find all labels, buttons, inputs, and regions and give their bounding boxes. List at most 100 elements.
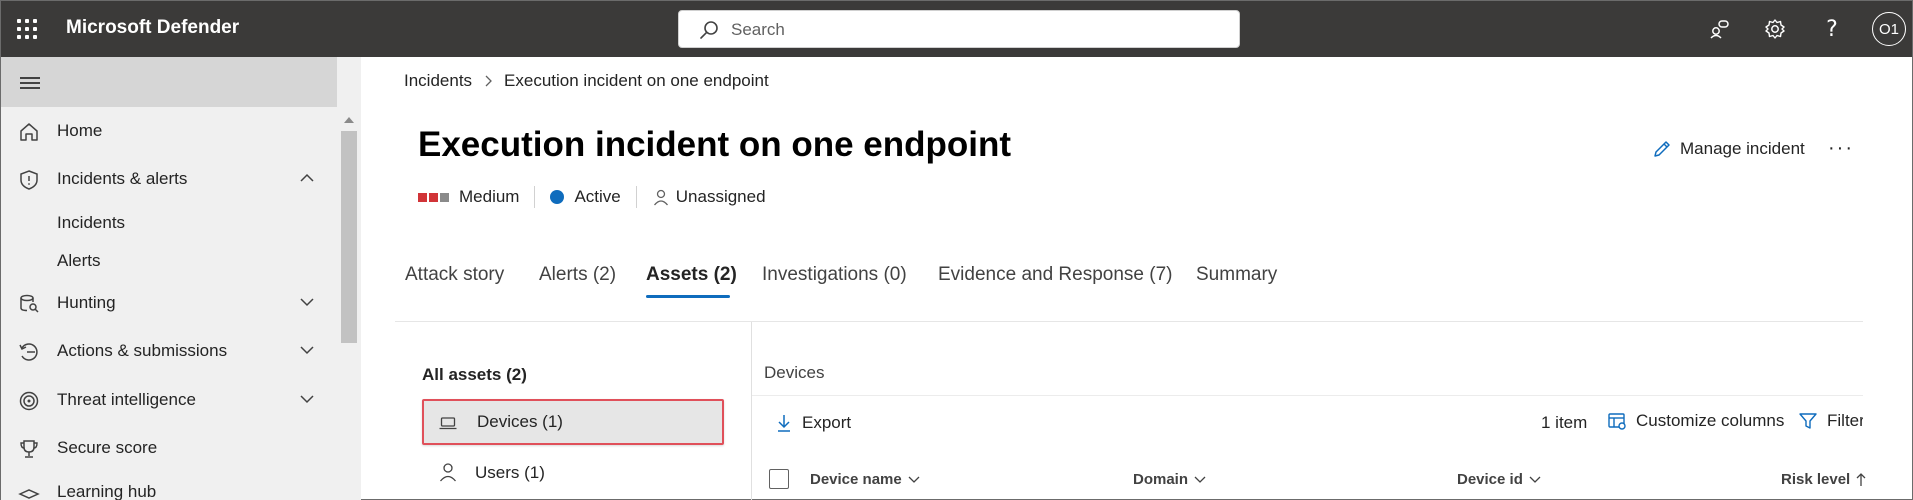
chevron-up-icon[interactable] (299, 173, 315, 183)
devices-divider (752, 395, 1863, 396)
breadcrumb-current: Execution incident on one endpoint (504, 71, 769, 90)
sidebar-item-actions-submissions[interactable]: Actions & submissions (1, 331, 337, 371)
filters-button[interactable]: Filters (1798, 411, 1863, 431)
sidebar-item-incidents[interactable]: Incidents (57, 213, 125, 233)
breadcrumb-root[interactable]: Incidents (404, 71, 472, 91)
select-all-checkbox[interactable] (769, 469, 789, 489)
arrow-up-icon (1856, 472, 1866, 486)
chevron-right-icon (485, 75, 492, 87)
community-icon[interactable] (1705, 15, 1733, 43)
sidebar-item-label: Secure score (57, 438, 158, 457)
sidebar-item-alerts[interactable]: Alerts (57, 251, 100, 271)
chevron-down-icon[interactable] (299, 297, 315, 307)
filter-icon (1799, 413, 1817, 429)
chevron-down-icon (1194, 476, 1206, 483)
search-icon (700, 21, 718, 39)
all-assets-heading[interactable]: All assets (2) (422, 365, 527, 385)
hamburger-icon[interactable] (20, 77, 40, 89)
help-icon[interactable]: ? (1818, 15, 1846, 43)
actions-icon (19, 343, 38, 361)
tab-summary[interactable]: Summary (1196, 264, 1277, 286)
sidebar-item-threat-intelligence[interactable]: Threat intelligence (1, 380, 337, 420)
severity-label: Medium (459, 187, 520, 206)
column-label: Device name (810, 471, 902, 488)
devices-table-header: Device name Domain Device id Risk level (769, 467, 1866, 491)
sidebar-item-learning-hub[interactable]: Learning hub (1, 476, 337, 500)
item-count: 1 item (1541, 413, 1588, 432)
user-icon (653, 189, 668, 206)
chevron-down-icon[interactable] (299, 394, 315, 404)
learning-icon (18, 489, 40, 499)
chevron-down-icon (908, 476, 920, 483)
incident-meta: Medium Active Unassigned (418, 185, 766, 209)
column-device-id[interactable]: Device id (1457, 471, 1541, 488)
sidebar-item-incidents-alerts[interactable]: Incidents & alerts (1, 159, 337, 199)
sidebar-item-secure-score[interactable]: Secure score (1, 428, 337, 468)
scroll-up-icon[interactable] (344, 117, 354, 123)
edit-icon (1654, 141, 1670, 157)
top-bar: Microsoft Defender ? O1 (1, 1, 1912, 57)
panel-divider (751, 322, 752, 500)
column-label: Risk level (1781, 471, 1851, 488)
divider (534, 186, 536, 208)
download-icon (778, 415, 790, 432)
sidebar-item-hunting[interactable]: Hunting (1, 283, 337, 323)
status-dot-icon (550, 190, 565, 204)
sidebar: Home Incidents & alerts Incidents Alerts… (1, 57, 337, 500)
asset-item-devices[interactable]: Devices (1) (422, 399, 724, 445)
manage-incident-button[interactable]: Manage incident (1652, 139, 1805, 159)
tab-investigations[interactable]: Investigations (0) (762, 264, 907, 286)
tab-evidence-response[interactable]: Evidence and Response (7) (938, 264, 1172, 286)
active-tab-indicator (646, 295, 730, 298)
laptop-icon (439, 417, 457, 430)
asset-item-label: Devices (1) (477, 412, 563, 431)
asset-item-users[interactable]: Users (1) (422, 451, 724, 495)
filters-label: Filters (1827, 411, 1863, 430)
trophy-icon (20, 440, 38, 458)
severity-icon (418, 192, 449, 202)
sidebar-item-label: Threat intelligence (57, 390, 196, 409)
asset-item-label: Users (1) (475, 463, 545, 482)
sidebar-header (1, 57, 337, 107)
assignee-label[interactable]: Unassigned (676, 187, 766, 207)
column-label: Device id (1457, 471, 1523, 488)
sidebar-item-label: Incidents & alerts (57, 169, 188, 188)
settings-icon[interactable] (1761, 15, 1789, 43)
app-title[interactable]: Microsoft Defender (66, 17, 239, 39)
sidebar-scrollbar[interactable] (337, 57, 361, 500)
export-label: Export (802, 413, 852, 432)
tab-assets[interactable]: Assets (2) (646, 264, 737, 286)
column-domain[interactable]: Domain (1133, 471, 1206, 488)
shield-icon (20, 170, 38, 190)
sidebar-item-label: Home (57, 121, 103, 140)
home-icon (20, 123, 38, 141)
column-device-name[interactable]: Device name (810, 471, 920, 488)
threat-intel-icon (19, 391, 39, 411)
divider (635, 186, 637, 208)
sidebar-item-label: Actions & submissions (57, 341, 228, 360)
customize-columns-label: Customize columns (1636, 411, 1785, 430)
sidebar-item-label: Hunting (57, 293, 116, 312)
page-title: Execution incident on one endpoint (418, 125, 1012, 164)
chevron-down-icon[interactable] (299, 345, 315, 355)
scroll-thumb[interactable] (341, 131, 357, 343)
column-label: Domain (1133, 471, 1189, 488)
manage-incident-label: Manage incident (1680, 139, 1805, 158)
search-box[interactable] (678, 10, 1240, 48)
sidebar-item-label: Learning hub (57, 482, 157, 500)
tab-alerts[interactable]: Alerts (2) (539, 264, 616, 286)
breadcrumb: Incidents Execution incident on one endp… (404, 71, 769, 91)
export-button[interactable]: Export (776, 413, 851, 433)
tab-attack-story[interactable]: Attack story (405, 264, 504, 286)
sidebar-item-home[interactable]: Home (1, 111, 337, 151)
user-icon (440, 463, 456, 482)
more-options-icon[interactable]: ··· (1828, 137, 1854, 160)
waffle-icon[interactable] (15, 17, 39, 41)
devices-heading: Devices (764, 363, 825, 382)
customize-columns-button[interactable]: Customize columns (1607, 411, 1784, 431)
search-input[interactable] (731, 18, 1211, 42)
customize-columns-icon (1608, 413, 1626, 430)
status-label: Active (574, 187, 621, 206)
avatar[interactable]: O1 (1872, 12, 1906, 46)
column-risk-level[interactable]: Risk level (1781, 471, 1866, 488)
